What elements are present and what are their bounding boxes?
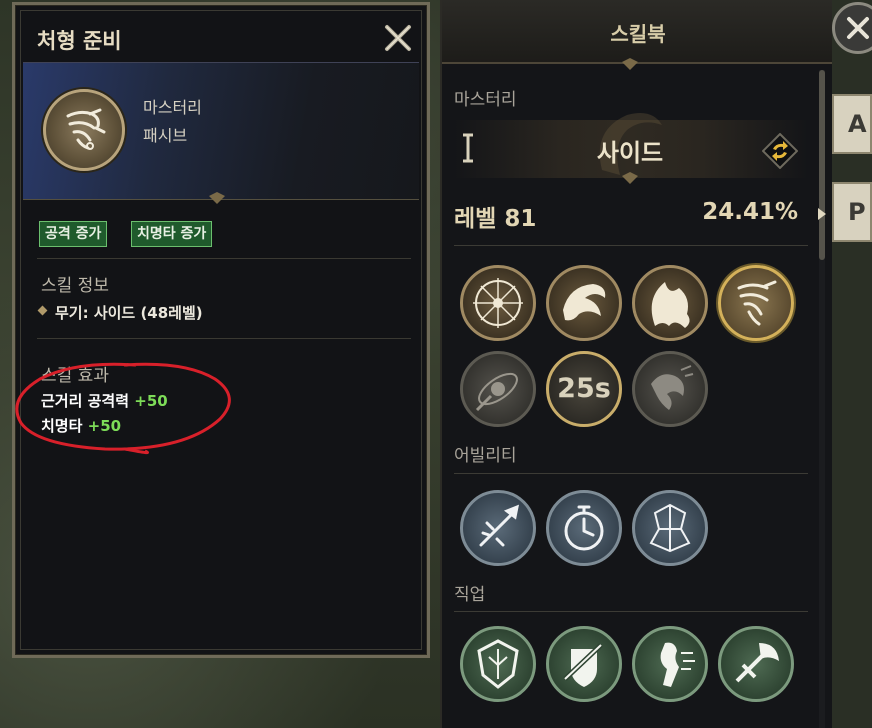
close-window-icon[interactable] (832, 2, 872, 54)
mastery-category-label: 마스터리 (454, 90, 517, 110)
dash-figure-icon[interactable] (632, 626, 708, 702)
crest-shield-icon[interactable] (460, 626, 536, 702)
tag-crit-up: 치명타 증가 (131, 221, 213, 247)
skillbook-header: 스킬북 (442, 0, 834, 64)
scrollbar-thumb[interactable] (819, 70, 825, 260)
mastery-progress-percent: 24.41% (702, 199, 798, 225)
meteor-icon[interactable] (460, 351, 536, 427)
cooldown-timer: 25s (557, 373, 611, 404)
ornament-icon (622, 172, 638, 184)
shield-sword-icon[interactable] (546, 626, 622, 702)
skill-info-title: 스킬 정보 (41, 276, 109, 296)
stopwatch-icon[interactable] (546, 490, 622, 566)
axe-sword-icon[interactable] (718, 626, 794, 702)
chained-claw-icon[interactable] (718, 265, 794, 341)
ghost-flame-icon[interactable] (632, 265, 708, 341)
divider (454, 473, 808, 474)
tag-attack-up: 공격 증가 (39, 221, 108, 247)
ornament-icon (622, 58, 638, 70)
divider (454, 611, 808, 612)
compass-sigil-icon[interactable] (460, 265, 536, 341)
side-tab-label: A (848, 110, 867, 138)
shattered-figure-icon[interactable] (632, 490, 708, 566)
divider (37, 338, 411, 339)
sword-burst-icon[interactable] (460, 490, 536, 566)
skillbook-panel: 스킬북 마스터리 사이드 레벨 81 24.41% 25s 어빌리티 직업 (440, 0, 834, 728)
tab-selected-arrow-icon (818, 208, 826, 220)
skill-tooltip-panel: 처형 준비 마스터리 패시브 공격 증가 치명타 증가 스킬 정보 무기: 사이… (12, 2, 430, 658)
weapon-requirement: 무기: 사이드 (48레벨) (55, 304, 203, 322)
swap-mastery-icon[interactable] (762, 133, 798, 169)
cooldown-skill-icon[interactable]: 25s (546, 351, 622, 427)
dragon-claw-icon[interactable] (546, 265, 622, 341)
annotation-red-circle (15, 362, 231, 455)
divider (454, 245, 808, 246)
skill-type-label: 마스터리 (143, 98, 202, 117)
skillbook-title: 스킬북 (610, 22, 666, 46)
ability-category-label: 어빌리티 (454, 446, 517, 466)
skill-subtype-label: 패시브 (143, 126, 188, 145)
side-tab-active-skills[interactable]: A (832, 94, 872, 154)
side-tab-label: P (848, 198, 866, 226)
close-icon[interactable] (383, 23, 413, 53)
tooltip-title: 처형 준비 (37, 29, 122, 53)
divider (37, 258, 411, 259)
mastery-level: 레벨 81 (454, 206, 537, 232)
chain-beast-icon[interactable] (632, 351, 708, 427)
side-tab-passive-skills[interactable]: P (832, 182, 872, 242)
class-category-label: 직업 (454, 585, 486, 605)
ornament-icon (209, 192, 225, 204)
skill-badge-icon (43, 89, 125, 171)
